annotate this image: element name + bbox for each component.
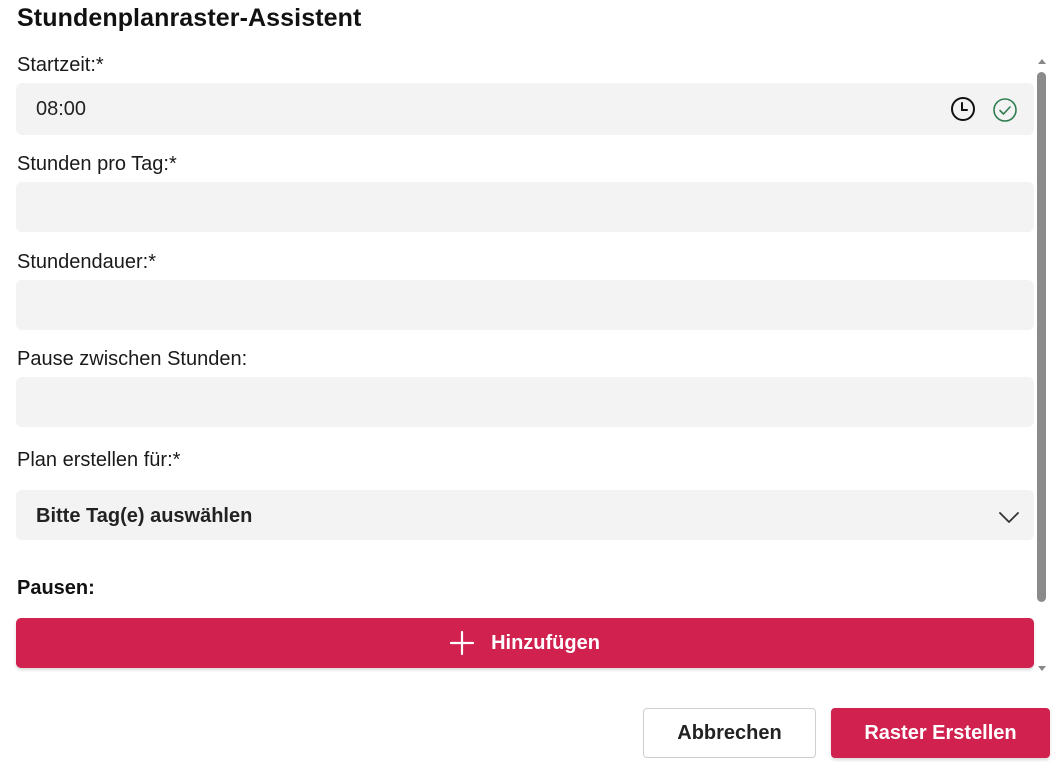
break-between-label: Pause zwischen Stunden:: [17, 348, 248, 370]
breaks-section-label: Pausen:: [17, 577, 95, 599]
create-grid-button[interactable]: Raster Erstellen: [831, 708, 1050, 758]
add-break-label: Hinzufügen: [491, 631, 600, 654]
plan-for-label: Plan erstellen für:*: [17, 449, 181, 471]
add-break-button[interactable]: Hinzufügen: [16, 618, 1034, 668]
plan-for-select[interactable]: Bitte Tag(e) auswählen: [16, 490, 1034, 540]
check-circle-icon: [993, 98, 1017, 122]
scrollbar-thumb[interactable]: [1037, 72, 1046, 602]
lesson-duration-input[interactable]: [16, 280, 1034, 330]
lesson-duration-label: Stundendauer:*: [17, 251, 157, 273]
chevron-down-icon: [999, 512, 1019, 523]
grid-wizard-dialog: Stundenplanraster-Assistent Startzeit:* …: [0, 0, 1063, 770]
hours-per-day-input[interactable]: [16, 182, 1034, 232]
plan-for-selected: Bitte Tag(e) auswählen: [36, 505, 253, 527]
clock-icon[interactable]: [950, 96, 976, 122]
start-time-value: 08:00: [36, 98, 87, 120]
cancel-button[interactable]: Abbrechen: [643, 708, 816, 758]
dialog-title: Stundenplanraster-Assistent: [17, 4, 362, 32]
break-between-input[interactable]: [16, 377, 1034, 427]
hours-per-day-label: Stunden pro Tag:*: [17, 153, 177, 175]
vertical-scrollbar[interactable]: [1036, 56, 1048, 674]
start-time-field[interactable]: 08:00: [16, 83, 1034, 135]
start-time-label: Startzeit:*: [17, 54, 104, 76]
scroll-down-arrow-icon[interactable]: [1038, 666, 1046, 671]
plus-icon: [450, 631, 475, 655]
scroll-up-arrow-icon[interactable]: [1038, 59, 1046, 64]
